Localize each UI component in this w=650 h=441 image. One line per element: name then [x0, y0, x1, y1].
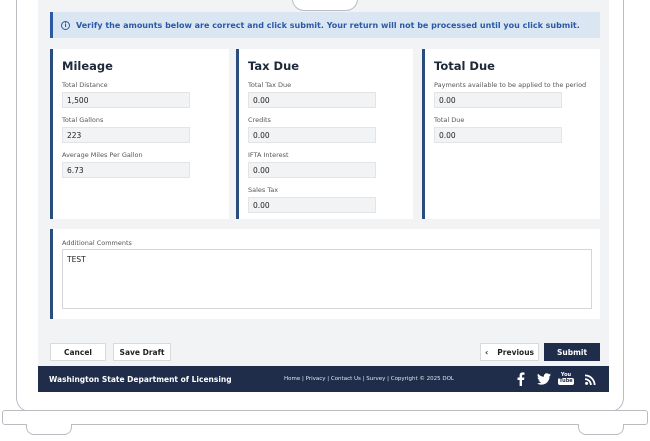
submit-button[interactable]: Submit [544, 343, 600, 361]
total-gallons-field[interactable]: 223 [62, 127, 190, 143]
mileage-card: Mileage Total Distance 1,500 Total Gallo… [50, 49, 229, 219]
payments-available-label: Payments available to be applied to the … [434, 81, 587, 89]
previous-label: Previous [497, 347, 534, 357]
total-due-label: Total Due [434, 116, 465, 124]
sales-tax-label: Sales Tax [248, 186, 279, 194]
comments-textarea[interactable]: TEST [62, 249, 592, 309]
sales-tax-field[interactable]: 0.00 [248, 197, 376, 213]
total-distance-field[interactable]: 1,500 [62, 92, 190, 108]
info-icon: i [61, 20, 70, 30]
ifta-interest-field[interactable]: 0.00 [248, 162, 376, 178]
app-screen: i Verify the amounts below are correct a… [38, 0, 609, 392]
alert-text: Verify the amounts below are correct and… [76, 20, 580, 30]
ifta-interest-label: IFTA Interest [248, 151, 289, 159]
laptop-base [2, 410, 648, 425]
credits-label: Credits [248, 116, 271, 124]
tax-due-title: Tax Due [248, 59, 300, 73]
previous-button[interactable]: ‹ Previous [480, 343, 539, 361]
payments-available-field[interactable]: 0.00 [434, 92, 562, 108]
total-tax-due-label: Total Tax Due [248, 81, 292, 89]
total-due-card: Total Due Payments available to be appli… [422, 49, 600, 219]
save-draft-button[interactable]: Save Draft [113, 343, 171, 361]
twitter-icon[interactable] [536, 372, 552, 386]
rss-icon[interactable] [583, 372, 597, 386]
footer-links[interactable]: Home | Privacy | Contact Us | Survey | C… [284, 376, 474, 382]
footer-org-name: Washington State Department of Licensing [49, 374, 232, 384]
total-gallons-label: Total Gallons [62, 116, 104, 124]
credits-field[interactable]: 0.00 [248, 127, 376, 143]
comments-card: Additional Comments TEST [50, 229, 600, 319]
avg-mpg-label: Average Miles Per Gallon [62, 151, 143, 159]
facebook-icon[interactable] [516, 372, 526, 386]
total-distance-label: Total Distance [62, 81, 108, 89]
cancel-button[interactable]: Cancel [50, 343, 106, 361]
mileage-title: Mileage [62, 59, 113, 73]
comments-label: Additional Comments [62, 239, 132, 247]
laptop-camera-notch [292, 0, 358, 11]
verify-alert: i Verify the amounts below are correct a… [50, 12, 600, 38]
action-bar: Cancel Save Draft ‹ Previous Submit [50, 343, 600, 363]
total-due-field[interactable]: 0.00 [434, 127, 562, 143]
total-due-title: Total Due [434, 59, 495, 73]
laptop-foot-left [26, 424, 72, 435]
chevron-left-icon: ‹ [485, 347, 489, 357]
laptop-foot-right [578, 424, 624, 435]
avg-mpg-field[interactable]: 6.73 [62, 162, 190, 178]
youtube-icon[interactable]: You Tube [558, 372, 574, 386]
total-tax-due-field[interactable]: 0.00 [248, 92, 376, 108]
tax-due-card: Tax Due Total Tax Due 0.00 Credits 0.00 … [236, 49, 413, 219]
site-footer: Washington State Department of Licensing… [38, 366, 609, 392]
